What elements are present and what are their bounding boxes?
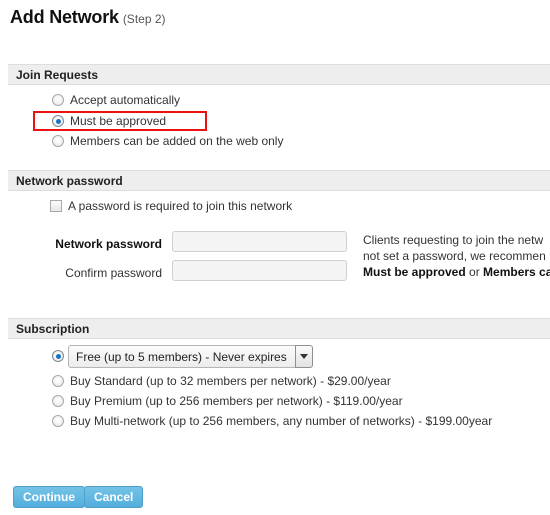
radio-icon-accept-automatically[interactable] <box>52 94 64 106</box>
label-confirm-password: Confirm password <box>65 266 162 280</box>
triangle-glyph <box>299 354 308 359</box>
radio-option-members-web-only[interactable]: Members can be added on the web only <box>52 134 283 148</box>
radio-icon-members-web-only[interactable] <box>52 135 64 147</box>
radio-label-accept-automatically: Accept automatically <box>70 93 181 107</box>
help-bold-must-be-approved: Must be approved <box>363 265 466 279</box>
radio-icon-must-be-approved[interactable] <box>52 115 64 127</box>
chevron-down-icon[interactable] <box>294 345 313 368</box>
help-line-3: Must be approved or Members ca <box>363 264 550 280</box>
page-title: Add Network (Step 2) <box>10 7 166 28</box>
page-title-main: Add Network <box>10 7 119 27</box>
page-title-step: (Step 2) <box>122 12 166 26</box>
checkbox-label-password-required: A password is required to join this netw… <box>68 199 293 213</box>
free-plan-select[interactable]: Free (up to 5 members) - Never expires <box>68 345 313 368</box>
radio-label-buy-multi-network: Buy Multi-network (up to 256 members, an… <box>70 414 493 428</box>
continue-button[interactable]: Continue <box>13 486 85 508</box>
radio-label-must-be-approved: Must be approved <box>70 114 167 128</box>
checkbox-option-password-required[interactable]: A password is required to join this netw… <box>50 199 292 213</box>
radio-label-members-web-only: Members can be added on the web only <box>70 134 284 148</box>
radio-option-free-plan[interactable] <box>52 350 64 362</box>
help-line-2: not set a password, we recommen <box>363 249 546 263</box>
cancel-button[interactable]: Cancel <box>84 486 144 508</box>
radio-icon-buy-standard[interactable] <box>52 375 64 387</box>
radio-label-buy-standard: Buy Standard (up to 32 members per netwo… <box>70 374 391 388</box>
section-title-join-requests: Join Requests <box>16 68 99 82</box>
help-conjunction: or <box>465 265 484 279</box>
section-header-subscription: Subscription <box>8 318 550 339</box>
help-bold-members-can: Members ca <box>483 265 550 279</box>
radio-icon-buy-premium[interactable] <box>52 395 64 407</box>
radio-icon-free-plan[interactable] <box>52 350 64 362</box>
radio-option-buy-premium[interactable]: Buy Premium (up to 256 members per netwo… <box>52 394 403 408</box>
help-line-1: Clients requesting to join the netw <box>363 233 544 247</box>
radio-option-buy-standard[interactable]: Buy Standard (up to 32 members per netwo… <box>52 374 391 388</box>
section-header-join-requests: Join Requests <box>8 64 550 85</box>
free-plan-select-value[interactable]: Free (up to 5 members) - Never expires <box>68 345 295 368</box>
section-header-network-password: Network password <box>8 170 550 191</box>
radio-icon-buy-multi-network[interactable] <box>52 415 64 427</box>
section-title-network-password: Network password <box>16 174 123 188</box>
radio-label-buy-premium: Buy Premium (up to 256 members per netwo… <box>70 394 403 408</box>
radio-option-accept-automatically[interactable]: Accept automatically <box>52 93 180 107</box>
checkbox-icon-password-required[interactable] <box>50 200 62 212</box>
password-help-text: Clients requesting to join the netw not … <box>363 232 550 280</box>
radio-option-buy-multi-network[interactable]: Buy Multi-network (up to 256 members, an… <box>52 414 492 428</box>
network-password-input[interactable] <box>172 231 347 252</box>
label-network-password: Network password <box>55 237 162 251</box>
section-title-subscription: Subscription <box>16 322 90 336</box>
radio-option-must-be-approved[interactable]: Must be approved <box>52 114 166 128</box>
confirm-password-input[interactable] <box>172 260 347 281</box>
